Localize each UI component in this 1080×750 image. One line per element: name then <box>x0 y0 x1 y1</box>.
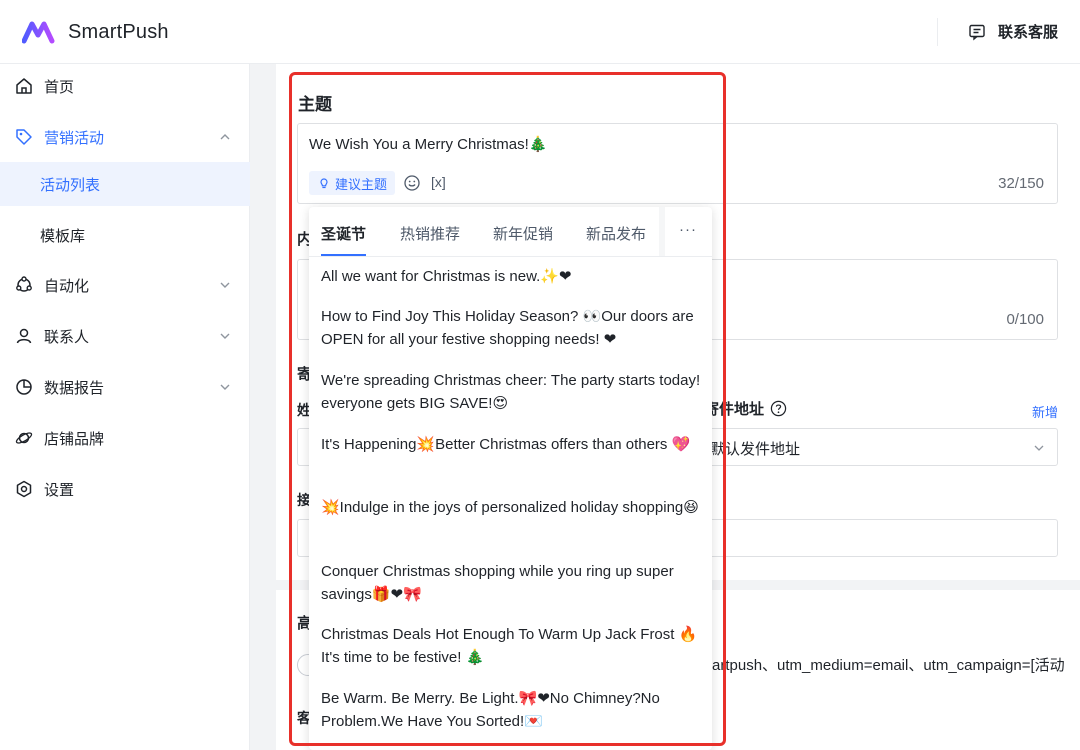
sidebar-item-label: 联系人 <box>44 328 90 346</box>
sidebar-item-label: 设置 <box>44 481 75 499</box>
person-icon <box>16 328 32 344</box>
sidebar-item-template-library[interactable]: 模板库 <box>0 213 250 257</box>
sidebar-item-label: 营销活动 <box>44 129 105 147</box>
sidebar-item-campaign-list[interactable]: 活动列表 <box>0 162 250 206</box>
sidebar-item-label: 活动列表 <box>40 176 101 194</box>
suggestion-item[interactable]: All we want for Christmas is new.✨❤ <box>321 265 701 288</box>
planet-icon <box>15 432 33 444</box>
sidebar-item-label: 首页 <box>44 78 75 96</box>
sidebar-item-contacts[interactable]: 联系人 <box>0 314 250 358</box>
pie-chart-icon <box>16 379 32 395</box>
support-button[interactable]: 联系客服 <box>968 21 1058 42</box>
top-bar: SmartPush 联系客服 <box>0 0 1080 64</box>
sidebar-item-label: 自动化 <box>44 277 90 295</box>
sidebar-item-store-brand[interactable]: 店铺品牌 <box>0 416 250 460</box>
sidebar-item-automation[interactable]: 自动化 <box>0 263 250 307</box>
chevron-down-icon <box>220 282 230 288</box>
subject-value: We Wish You a Merry Christmas!🎄 <box>309 136 548 153</box>
help-icon[interactable] <box>770 400 787 417</box>
subject-input[interactable]: We Wish You a Merry Christmas!🎄 建议主题 [x]… <box>297 123 1058 204</box>
more-tabs-button[interactable]: ··· <box>679 221 697 238</box>
suggestion-tabs: 圣诞节 热销推荐 新年促销 新品发布 ··· <box>309 207 712 257</box>
tab-new-year[interactable]: 新年促销 <box>493 223 553 244</box>
app-name: SmartPush <box>68 20 169 43</box>
suggestion-item[interactable]: Christmas Deals Hot Enough To Warm Up Ja… <box>321 623 701 669</box>
sidebar-item-home[interactable]: 首页 <box>0 64 250 108</box>
chat-icon <box>969 24 985 40</box>
chevron-down-icon <box>220 333 230 339</box>
topbar-divider <box>937 18 938 46</box>
chevron-down-icon <box>1034 445 1044 451</box>
chevron-up-icon <box>220 134 230 140</box>
subject-char-count: 32/150 <box>998 175 1044 192</box>
automation-icon <box>16 276 32 292</box>
sidebar-item-reports[interactable]: 数据报告 <box>0 365 250 409</box>
suggest-subject-label: 建议主题 <box>335 176 388 192</box>
suggestion-item[interactable]: Be Warm. Be Merry. Be Light.🎀❤No Chimney… <box>321 687 701 733</box>
tabs-more-divider <box>659 207 665 257</box>
utm-params-text: artpush、utm_medium=email、utm_campaign=[活… <box>712 657 1065 674</box>
lightbulb-icon <box>320 178 328 189</box>
home-icon <box>16 78 32 94</box>
emoji-icon[interactable] <box>403 174 421 192</box>
sidebar-item-settings[interactable]: 设置 <box>0 467 250 511</box>
logo[interactable]: SmartPush <box>22 20 169 44</box>
reply-address-label: 寄件地址 <box>704 398 787 419</box>
subject-suggestion-dropdown: 圣诞节 热销推荐 新年促销 新品发布 ··· All we want for C… <box>309 207 712 750</box>
sidebar-item-label: 数据报告 <box>44 379 105 397</box>
sidebar: 首页 营销活动 活动列表 模板库 自动化 联系人 数据报告 店铺品牌 设置 <box>0 64 250 750</box>
suggestion-item[interactable]: We're spreading Christmas cheer: The par… <box>321 369 701 415</box>
tag-icon <box>16 129 32 145</box>
tab-christmas[interactable]: 圣诞节 <box>321 223 366 244</box>
sidebar-item-label: 模板库 <box>40 227 86 245</box>
suggestion-item[interactable]: Conquer Christmas shopping while you rin… <box>321 560 701 606</box>
tab-hot-sales[interactable]: 热销推荐 <box>400 223 460 244</box>
chevron-down-icon <box>220 384 230 390</box>
add-address-link[interactable]: 新增 <box>1032 402 1058 421</box>
suggestion-item[interactable]: 💥Indulge in the joys of personalized hol… <box>321 496 701 519</box>
sidebar-item-label: 店铺品牌 <box>44 430 105 448</box>
sidebar-item-marketing[interactable]: 营销活动 <box>0 115 250 159</box>
suggestion-item[interactable]: How to Find Joy This Holiday Season? 👀Ou… <box>321 305 701 351</box>
insert-variable-button[interactable]: [x] <box>431 174 446 190</box>
settings-icon <box>16 480 32 498</box>
smartpush-logo-icon <box>22 21 55 44</box>
support-label: 联系客服 <box>998 24 1059 41</box>
content-char-count: 0/100 <box>1006 311 1044 328</box>
page-background <box>250 64 276 750</box>
subject-title: 主题 <box>298 95 332 114</box>
suggestion-item[interactable]: It's Happening💥Better Christmas offers t… <box>321 433 701 456</box>
tabs-divider <box>309 256 712 257</box>
tab-new-product[interactable]: 新品发布 <box>586 223 646 244</box>
reply-address-text: 寄件地址 <box>704 401 765 418</box>
suggest-subject-button[interactable]: 建议主题 <box>309 171 396 195</box>
reply-address-value: 默认发件地址 <box>710 441 801 458</box>
